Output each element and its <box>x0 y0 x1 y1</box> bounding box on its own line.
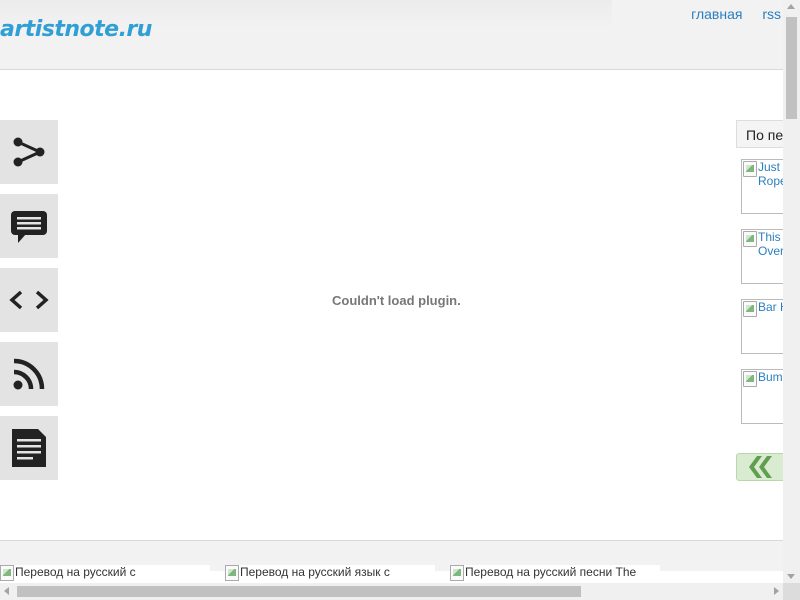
scrollbar-corner <box>783 583 800 600</box>
horizontal-scrollbar[interactable] <box>0 583 783 600</box>
thumb-caption: This Over <box>758 230 783 258</box>
broken-image-icon <box>743 301 757 317</box>
scroll-up-icon[interactable] <box>787 4 795 9</box>
share-button[interactable] <box>0 120 58 184</box>
top-nav: главная rss <box>675 6 781 22</box>
sidebar-thumb-4[interactable]: Bum <box>741 369 783 424</box>
scroll-down-icon[interactable] <box>787 574 795 579</box>
broken-image-icon <box>450 565 464 581</box>
broken-image-icon <box>743 371 757 387</box>
related-link-3[interactable]: Перевод на русский песни The <box>450 565 660 583</box>
scroll-left-icon[interactable] <box>4 587 9 595</box>
broken-image-icon <box>743 231 757 247</box>
thumb-caption: Bum <box>758 370 783 384</box>
sidebar-thumb-2[interactable]: This Over <box>741 229 783 284</box>
rss-button[interactable] <box>0 342 58 406</box>
sidebar-heading: По пе <box>736 120 783 148</box>
vertical-scroll-thumb[interactable] <box>786 17 797 119</box>
embed-button[interactable] <box>0 268 58 332</box>
site-header: artistnote.ru главная rss <box>0 0 783 70</box>
sidebar-thumb-1[interactable]: Just Rope <box>741 159 783 214</box>
document-button[interactable] <box>0 416 58 480</box>
nav-link-home[interactable]: главная <box>691 6 742 22</box>
scroll-right-icon[interactable] <box>774 587 779 595</box>
plugin-error-message: Couldn't load plugin. <box>332 293 461 308</box>
related-link-2[interactable]: Перевод на русский язык с <box>225 565 435 583</box>
rss-icon <box>13 358 45 390</box>
popular-sidebar: По пе Just Rope This Over Bar H Bum <box>736 120 783 500</box>
broken-image-icon <box>743 161 757 177</box>
thumb-caption: Just Rope <box>758 160 783 188</box>
embed-code-icon <box>9 290 49 310</box>
document-icon <box>12 429 46 467</box>
double-chevron-left-icon <box>749 456 772 478</box>
comment-icon <box>11 211 47 243</box>
site-logo[interactable]: artistnote.ru <box>0 17 152 42</box>
broken-image-icon <box>225 565 239 581</box>
broken-image-icon <box>0 565 14 581</box>
nav-link-rss[interactable]: rss <box>762 6 781 22</box>
sidebar-prev-button[interactable] <box>736 453 783 481</box>
comment-button[interactable] <box>0 194 58 258</box>
vertical-scrollbar[interactable] <box>783 0 800 583</box>
share-icon <box>13 137 45 167</box>
thumb-caption: Bar H <box>758 300 783 314</box>
horizontal-scroll-thumb[interactable] <box>17 586 581 597</box>
sidebar-thumb-3[interactable]: Bar H <box>741 299 783 354</box>
related-link-1[interactable]: Перевод на русский с <box>0 565 210 583</box>
